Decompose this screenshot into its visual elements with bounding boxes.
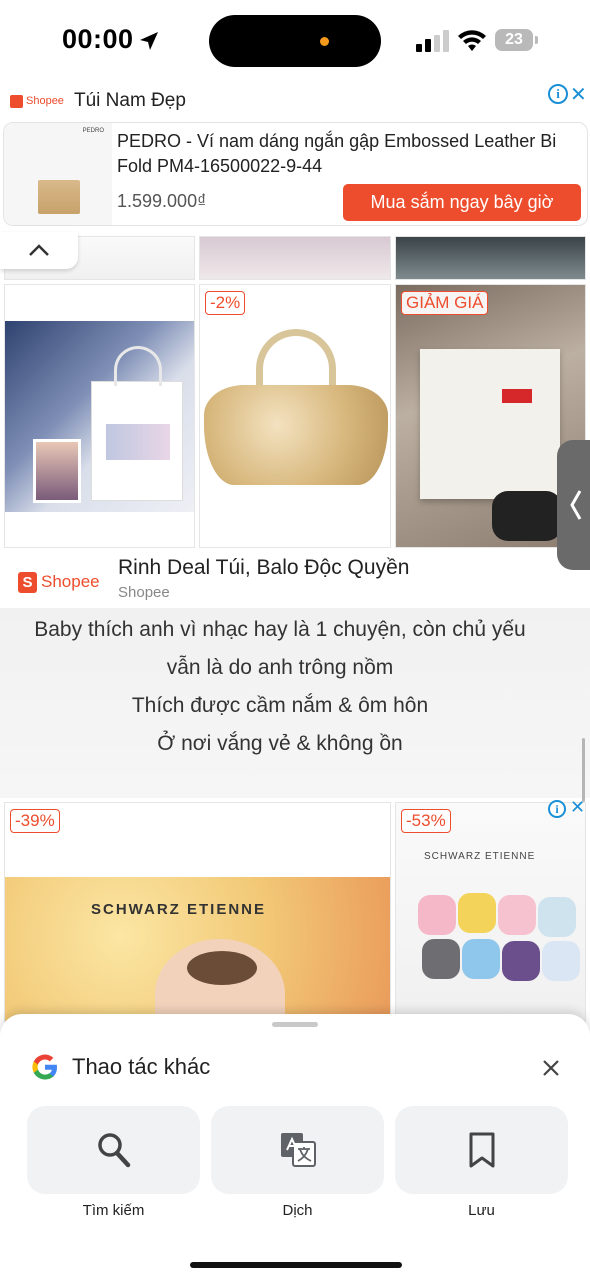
purse-body [204,385,388,485]
more-actions-sheet: Thao tác khác Tìm kiếm Dịch Lưu [0,1014,590,1280]
shopee-promo-title[interactable]: Rinh Deal Túi, Balo Độc Quyền [118,556,409,580]
discount-badge: -2% [205,291,246,315]
product-card-partial[interactable] [199,236,391,280]
tote-bag [91,346,183,501]
battery-cap [535,36,538,44]
battery-level: 23 [505,31,523,48]
translate-action-button[interactable] [211,1106,384,1194]
plush-toy [498,895,536,935]
shopee-promo-row[interactable]: S Shopee Rinh Deal Túi, Balo Độc Quyền S… [0,550,590,608]
close-icon[interactable] [539,1056,563,1080]
shopee-bag-icon: S [18,571,37,593]
ad-info-icon[interactable]: i [548,84,568,104]
chevron-up-icon [29,244,49,256]
status-bar: 00:00 23 [0,0,590,82]
product-brand-text: SCHWARZ ETIENNE [424,851,536,862]
save-action-button[interactable] [395,1106,568,1194]
lyric-line: Thích được cầm nắm & ôm hôn [131,694,429,717]
shopee-logo: S Shopee [18,570,100,594]
product-card[interactable] [4,284,195,548]
plush-toy [542,941,580,981]
page-scrollbar[interactable] [582,738,585,802]
ad-info-icon[interactable]: i [548,800,566,818]
ad-product-card[interactable]: PEDRO PEDRO - Ví nam dáng ngắn gập Embos… [3,122,588,226]
lyric-line: Ở nơi vắng vẻ & không ồn [157,732,403,755]
collapse-ad-button[interactable] [0,232,78,269]
tote-print [106,424,170,460]
home-indicator[interactable] [190,1262,402,1268]
chevron-left-icon [570,490,582,520]
wifi-icon [458,30,486,51]
product-card-partial[interactable] [395,236,586,280]
discount-badge: -53% [401,809,451,833]
shopee-mini-text: Shopee [26,95,64,107]
photo-card [33,439,81,503]
shopee-logo-text: Shopee [41,572,100,591]
google-logo-icon [32,1054,57,1080]
status-time: 00:00 [62,24,134,54]
ad-product-image[interactable]: PEDRO [4,123,112,225]
sheet-title: Thao tác khác [72,1054,211,1079]
ad-price: 1.599.000₫ [117,191,207,211]
lyric-line: vẫn là do anh trông nồm [166,656,394,679]
battery-icon: 23 [495,29,533,51]
plush-hair [187,951,257,985]
plush-keychain-image: SCHWARZ ETIENNE [5,877,390,1021]
lyric-line: Baby thích anh vì nhạc hay là 1 chuyện, … [34,618,526,641]
side-panel-handle[interactable] [557,440,590,570]
search-icon [98,1133,131,1168]
wallet-image [38,180,80,214]
product-card[interactable]: SCHWARZ ETIENNE -53% [395,802,586,1022]
ad-product-name[interactable]: PEDRO - Ví nam dáng ngắn gập Embossed Le… [117,129,577,179]
ad-title: Túi Nam Đẹp [74,90,186,111]
translate-icon [281,1133,316,1167]
product-card[interactable]: -2% [199,284,391,548]
plush-toy [538,897,576,937]
product-brand-text: SCHWARZ ETIENNE [91,901,267,918]
save-action-label: Lưu [468,1202,495,1219]
location-arrow-icon [140,32,158,50]
ad-banner[interactable]: Shopee Túi Nam Đẹp i ✕ PEDRO PEDRO - Ví … [0,82,590,232]
plush-toy [502,941,540,981]
shopee-bag-icon [10,94,23,108]
crystal-purse-image [200,285,390,547]
plush-toy [458,893,496,933]
plush-set-image: SCHWARZ ETIENNE [396,803,585,1021]
lyrics-block: Baby thích anh vì nhạc hay là 1 chuyện, … [0,608,590,798]
bookmark-icon [469,1132,495,1168]
translate-action-label: Dịch [282,1202,313,1219]
indicator-dot [320,37,329,46]
plush-toy [418,895,456,935]
tote-logo [502,389,532,403]
plush-toy [462,939,500,979]
camera-image [492,491,562,541]
search-action-button[interactable] [27,1106,200,1194]
plush-toy [155,939,285,1021]
shopee-mini-logo: Shopee [10,92,64,110]
plush-toy [422,939,460,979]
ad-close-icon[interactable]: ✕ [570,797,585,818]
product-card[interactable]: SCHWARZ ETIENNE -39% [4,802,391,1022]
canvas-tote [420,349,560,499]
discount-badge: -39% [10,809,60,833]
browser-page: 00:00 23 Shopee Túi Nam Đẹp i ✕ PEDRO PE… [0,0,590,1280]
search-action-label: Tìm kiếm [82,1202,145,1219]
shop-now-button[interactable]: Mua sắm ngay bây giờ [343,184,581,221]
dynamic-island [209,15,381,67]
discount-badge: GIẢM GIÁ [401,291,489,315]
ad-thumb-brand: PEDRO [82,128,104,134]
ad-close-icon[interactable]: ✕ [570,82,587,107]
tote-handle [114,346,162,386]
shopee-promo-subtitle: Shopee [118,584,170,601]
sheet-grabber[interactable] [272,1022,318,1027]
cellular-signal-icon [416,30,449,52]
anime-tote-image [5,321,194,512]
